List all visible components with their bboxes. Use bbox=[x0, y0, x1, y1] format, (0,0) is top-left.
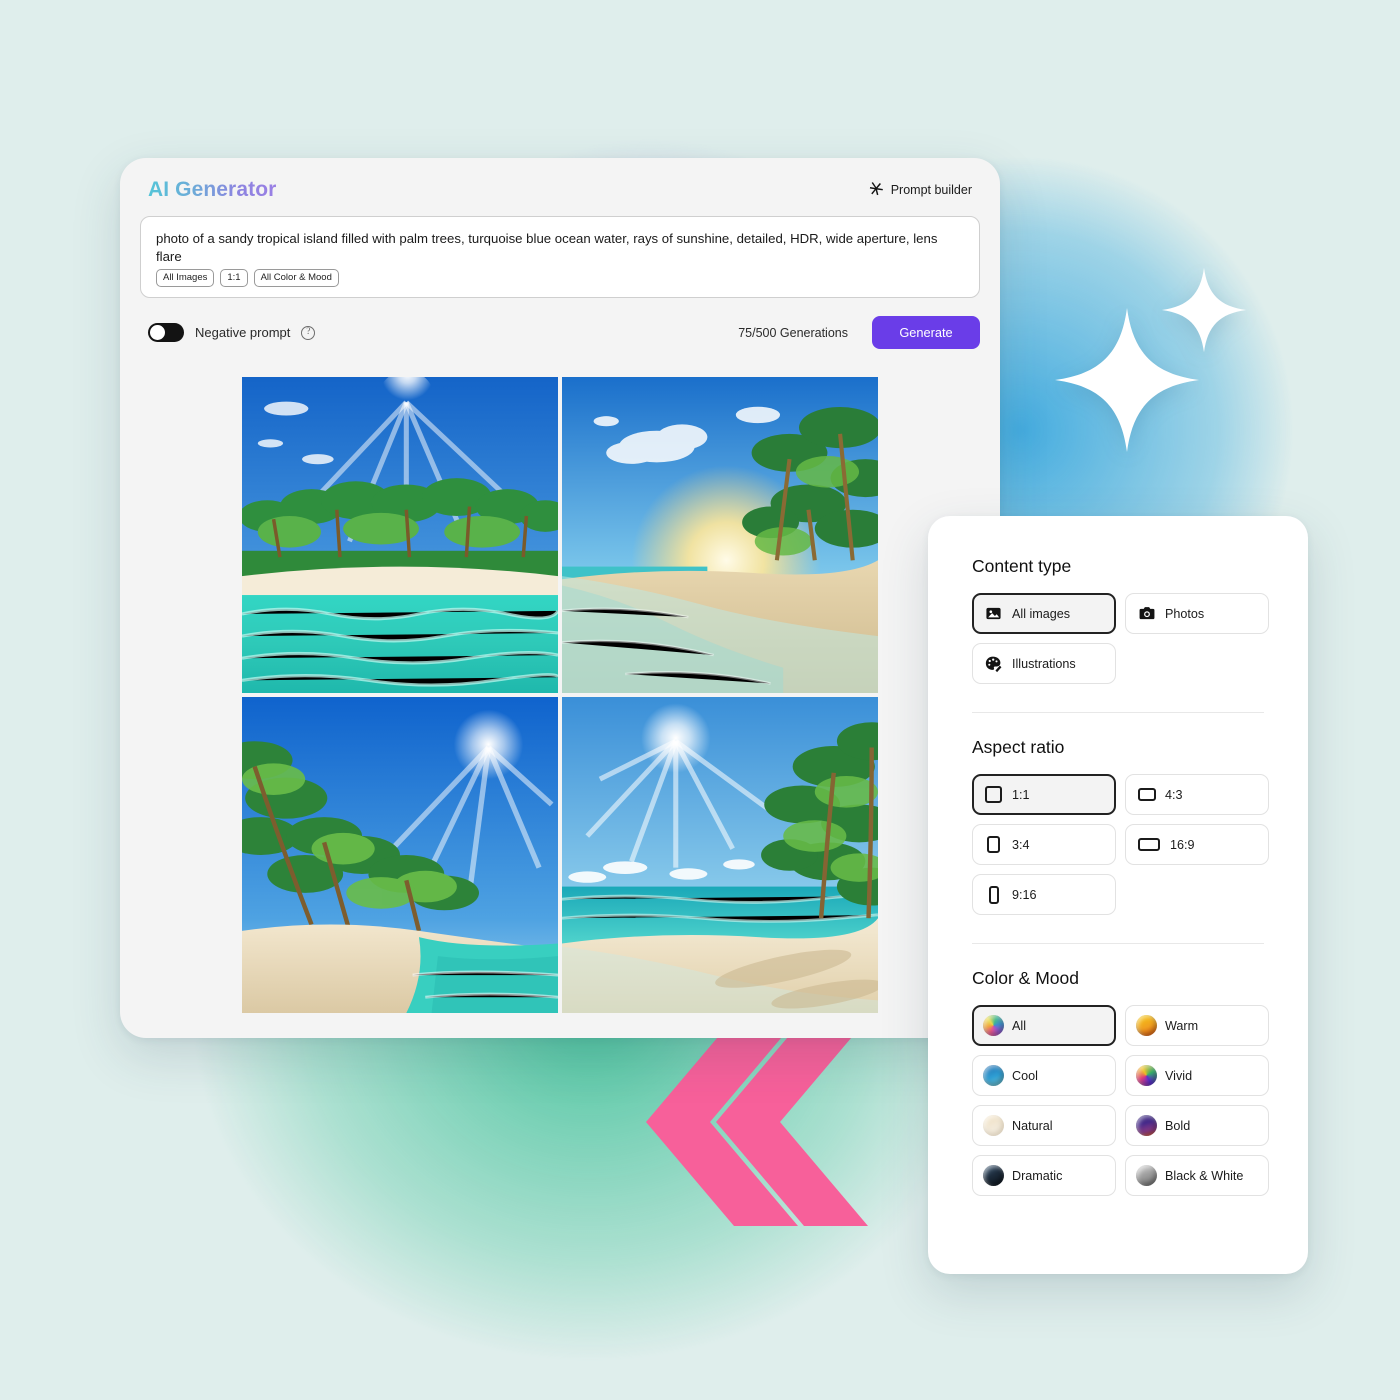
prompt-text-value[interactable]: photo of a sandy tropical island filled … bbox=[156, 230, 964, 266]
option-label-mood-cool: Cool bbox=[1012, 1068, 1038, 1083]
sphere-all-icon bbox=[983, 1015, 1004, 1036]
divider-2 bbox=[972, 943, 1264, 944]
option-ratio-1-1[interactable]: 1:1 bbox=[972, 774, 1116, 815]
sparkle-small-icon bbox=[1160, 262, 1248, 358]
prompt-builder-label: Prompt builder bbox=[890, 183, 972, 197]
option-mood-black-and-white[interactable]: Black & White bbox=[1125, 1155, 1269, 1196]
magic-wand-icon bbox=[869, 181, 884, 199]
option-label-ratio-4-3: 4:3 bbox=[1165, 787, 1183, 802]
option-photos[interactable]: Photos bbox=[1125, 593, 1269, 634]
ratio-3-4-icon bbox=[984, 836, 1003, 853]
filters-panel: Content type All images Photos Illustrat… bbox=[928, 516, 1308, 1274]
section-color-mood: Color & Mood All Warm Cool Vivid Natural… bbox=[972, 968, 1269, 1196]
option-ratio-16-9[interactable]: 16:9 bbox=[1125, 824, 1269, 865]
generated-image-4[interactable] bbox=[562, 697, 878, 1013]
section-content-type: Content type All images Photos Illustrat… bbox=[972, 556, 1269, 684]
ratio-1-1-icon bbox=[984, 786, 1003, 803]
option-label-mood-vivid: Vivid bbox=[1165, 1068, 1193, 1083]
generations-counter: 75/500 Generations bbox=[738, 325, 848, 340]
option-ratio-9-16[interactable]: 9:16 bbox=[972, 874, 1116, 915]
color-mood-options: All Warm Cool Vivid Natural Bold Dramati… bbox=[972, 1005, 1269, 1196]
option-mood-dramatic[interactable]: Dramatic bbox=[972, 1155, 1116, 1196]
camera-icon bbox=[1137, 605, 1156, 622]
section-aspect-ratio: Aspect ratio 1:1 4:3 3:4 16:9 9:16 bbox=[972, 737, 1269, 915]
option-label-mood-all: All bbox=[1012, 1018, 1026, 1033]
sphere-warm-icon bbox=[1136, 1015, 1157, 1036]
option-label-mood-black-and-white: Black & White bbox=[1165, 1168, 1244, 1183]
sphere-vivid-icon bbox=[1136, 1065, 1157, 1086]
negative-prompt-label: Negative prompt bbox=[195, 325, 291, 340]
generated-image-grid bbox=[242, 377, 878, 1013]
option-label-ratio-1-1: 1:1 bbox=[1012, 787, 1030, 802]
generated-image-2[interactable] bbox=[562, 377, 878, 693]
option-all-images[interactable]: All images bbox=[972, 593, 1116, 634]
ratio-4-3-icon bbox=[1137, 787, 1156, 802]
sphere-bw-icon bbox=[1136, 1165, 1157, 1186]
decor-double-chevron-left bbox=[646, 1018, 868, 1226]
ratio-16-9-icon bbox=[1137, 838, 1161, 851]
sphere-natural-icon bbox=[983, 1115, 1004, 1136]
option-mood-cool[interactable]: Cool bbox=[972, 1055, 1116, 1096]
card-header: AI Generator Prompt builder bbox=[120, 158, 1000, 202]
option-label-mood-dramatic: Dramatic bbox=[1012, 1168, 1063, 1183]
option-label-illustrations: Illustrations bbox=[1012, 656, 1076, 671]
option-mood-vivid[interactable]: Vivid bbox=[1125, 1055, 1269, 1096]
divider-1 bbox=[972, 712, 1264, 713]
chip-aspect-ratio[interactable]: 1:1 bbox=[220, 269, 248, 287]
sphere-cool-icon bbox=[983, 1065, 1004, 1086]
aspect-ratio-options: 1:1 4:3 3:4 16:9 9:16 bbox=[972, 774, 1269, 915]
option-mood-bold[interactable]: Bold bbox=[1125, 1105, 1269, 1146]
sphere-dramatic-icon bbox=[983, 1165, 1004, 1186]
option-label-photos: Photos bbox=[1165, 606, 1205, 621]
prompt-input[interactable]: photo of a sandy tropical island filled … bbox=[140, 216, 980, 298]
option-mood-natural[interactable]: Natural bbox=[972, 1105, 1116, 1146]
section-title-aspect-ratio: Aspect ratio bbox=[972, 737, 1065, 757]
question-mark-icon[interactable]: ? bbox=[301, 325, 316, 340]
prompt-builder-button[interactable]: Prompt builder bbox=[869, 181, 972, 199]
content-type-options: All images Photos Illustrations bbox=[972, 593, 1269, 684]
generated-image-1[interactable] bbox=[242, 377, 558, 693]
chip-content-type[interactable]: All Images bbox=[156, 269, 215, 287]
generated-image-3[interactable] bbox=[242, 697, 558, 1013]
option-ratio-4-3[interactable]: 4:3 bbox=[1125, 774, 1269, 815]
option-mood-warm[interactable]: Warm bbox=[1125, 1005, 1269, 1046]
option-ratio-3-4[interactable]: 3:4 bbox=[972, 824, 1116, 865]
generate-button[interactable]: Generate bbox=[872, 316, 980, 349]
ratio-9-16-icon bbox=[984, 885, 1003, 904]
option-label-mood-warm: Warm bbox=[1165, 1018, 1199, 1033]
option-label-all-images: All images bbox=[1012, 606, 1071, 621]
ai-generator-card: AI Generator Prompt builder photo of a s… bbox=[120, 158, 1000, 1038]
section-title-content-type: Content type bbox=[972, 556, 1072, 576]
option-label-ratio-16-9: 16:9 bbox=[1170, 837, 1195, 852]
screen: AI Generator Prompt builder photo of a s… bbox=[0, 0, 1400, 1400]
section-title-color-mood: Color & Mood bbox=[972, 968, 1079, 988]
generate-controls: 75/500 Generations Generate bbox=[738, 316, 980, 349]
negative-prompt-toggle[interactable] bbox=[148, 323, 184, 342]
sphere-bold-icon bbox=[1136, 1115, 1157, 1136]
page-title: AI Generator bbox=[148, 178, 277, 201]
negative-prompt-control: Negative prompt ? bbox=[148, 323, 316, 342]
prompt-chips: All Images 1:1 All Color & Mood bbox=[156, 269, 964, 287]
option-label-mood-natural: Natural bbox=[1012, 1118, 1053, 1133]
option-illustrations[interactable]: Illustrations bbox=[972, 643, 1116, 684]
generator-controls: Negative prompt ? 75/500 Generations Gen… bbox=[120, 298, 1000, 349]
option-label-mood-bold: Bold bbox=[1165, 1118, 1191, 1133]
option-label-ratio-9-16: 9:16 bbox=[1012, 887, 1037, 902]
image-icon bbox=[984, 605, 1003, 622]
option-label-ratio-3-4: 3:4 bbox=[1012, 837, 1030, 852]
option-mood-all[interactable]: All bbox=[972, 1005, 1116, 1046]
paint-palette-icon bbox=[984, 655, 1003, 673]
chip-color-mood[interactable]: All Color & Mood bbox=[253, 269, 339, 287]
